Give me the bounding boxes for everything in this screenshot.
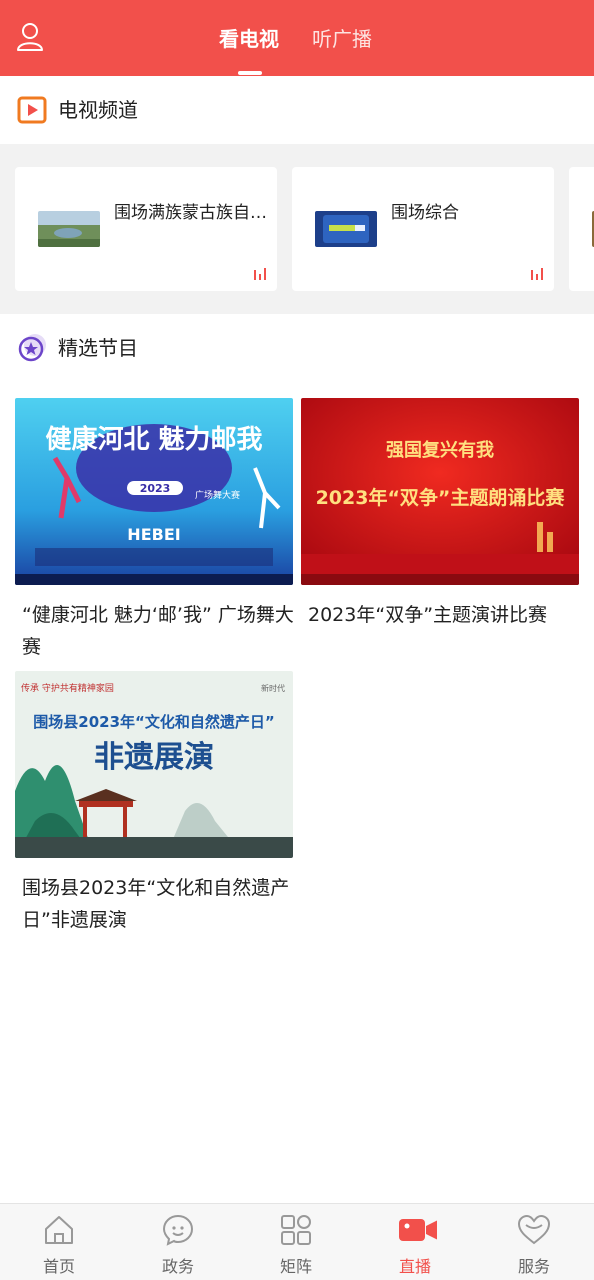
- program-card[interactable]: 健康河北 魅力邮我 2023 广场舞大赛 HEBEI “健康河北 魅力‘邮’我”…: [15, 398, 294, 663]
- poster-corner-text: 新时代: [261, 683, 285, 693]
- top-header: 看电视 听广播: [0, 0, 594, 76]
- star-badge-icon: [18, 334, 46, 362]
- nav-label: 首页: [42, 1257, 75, 1276]
- channel-name: 围场满族蒙古族自治县: [114, 203, 274, 223]
- poster-brand: HEBEI: [127, 525, 180, 544]
- live-signal-icon: [254, 268, 266, 280]
- chat-bubble-icon: [162, 1214, 194, 1246]
- nav-label: 政务: [161, 1257, 194, 1276]
- tab-listen-radio[interactable]: 听广播: [312, 24, 372, 54]
- poster-subtitle: 非遗展演: [94, 740, 214, 775]
- live-page: 看电视 听广播 电视频道 围场满族蒙古族自治县 围场综合 精选节目 健康河北 魅…: [0, 0, 594, 1280]
- program-poster: 强国复兴有我 2023年“双争”主题朗诵比赛: [301, 398, 579, 585]
- poster-top-text: 传承 守护共有精神家园: [21, 682, 114, 694]
- program-poster: 传承 守护共有精神家园 新时代 围场县2023年“文化和自然遗产日” 非遗展演: [15, 671, 293, 858]
- poster-subtitle: 广场舞大赛: [195, 489, 240, 501]
- nav-services[interactable]: 服务: [475, 1204, 593, 1280]
- nav-live[interactable]: 直播: [356, 1204, 474, 1280]
- channel-name: 围场综合: [391, 203, 459, 223]
- program-poster: 健康河北 魅力邮我 2023 广场舞大赛 HEBEI: [15, 398, 293, 585]
- featured-programs-header: 精选节目: [0, 314, 594, 382]
- program-title: 围场县2023年“文化和自然遗产日”非遗展演: [22, 877, 290, 931]
- section-title: 精选节目: [58, 336, 138, 360]
- channel-thumbnail: [38, 211, 100, 247]
- tv-play-icon: [17, 96, 47, 124]
- channel-card[interactable]: 围场综合: [292, 167, 554, 291]
- nav-label: 服务: [517, 1257, 550, 1276]
- grid-icon: [281, 1215, 311, 1245]
- tab-watch-tv[interactable]: 看电视: [219, 24, 279, 54]
- section-title: 电视频道: [58, 98, 138, 122]
- home-icon: [45, 1216, 73, 1244]
- program-title: “健康河北 魅力‘邮’我” 广场舞大赛: [22, 604, 294, 658]
- tv-channels-header: 电视频道: [0, 76, 594, 144]
- channel-carousel[interactable]: 围场满族蒙古族自治县 围场综合: [0, 144, 594, 314]
- program-card[interactable]: 强国复兴有我 2023年“双争”主题朗诵比赛 2023年“双争”主题演讲比赛: [301, 398, 579, 631]
- program-title: 2023年“双争”主题演讲比赛: [308, 604, 548, 626]
- user-profile-icon[interactable]: [16, 22, 44, 52]
- program-card[interactable]: 传承 守护共有精神家园 新时代 围场县2023年“文化和自然遗产日” 非遗展演 …: [15, 671, 293, 936]
- live-signal-icon: [531, 268, 543, 280]
- channel-card[interactable]: 围场满族蒙古族自治县: [15, 167, 277, 291]
- poster-headline: 2023年“双争”主题朗诵比赛: [316, 486, 566, 509]
- nav-government[interactable]: 政务: [119, 1204, 237, 1280]
- active-tab-indicator: [238, 71, 262, 75]
- bottom-navigation: 首页 政务 矩阵 直播 服务: [0, 1203, 594, 1280]
- poster-year: 2023: [140, 482, 171, 495]
- nav-matrix[interactable]: 矩阵: [237, 1204, 355, 1280]
- channel-thumbnail: [315, 211, 377, 247]
- nav-label: 直播: [398, 1257, 431, 1276]
- nav-home[interactable]: 首页: [0, 1204, 118, 1280]
- poster-headline: 健康河北 魅力邮我: [45, 424, 262, 455]
- nav-label: 矩阵: [279, 1257, 312, 1276]
- poster-headline: 围场县2023年“文化和自然遗产日”: [33, 713, 274, 731]
- heart-icon: [517, 1214, 551, 1245]
- poster-top-text: 强国复兴有我: [386, 439, 494, 461]
- channel-card-partial[interactable]: [569, 167, 594, 291]
- video-camera-icon: [399, 1219, 437, 1241]
